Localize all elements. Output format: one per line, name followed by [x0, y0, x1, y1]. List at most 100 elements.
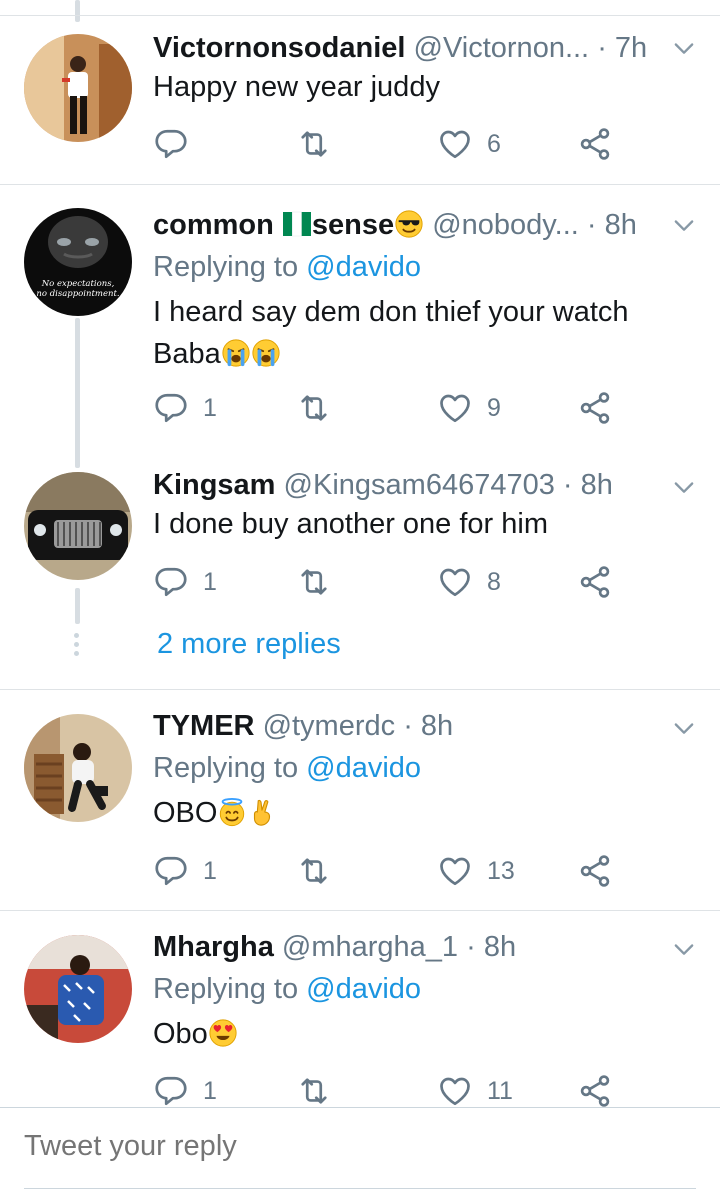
share-icon [577, 126, 613, 162]
retweet-button[interactable] [296, 388, 332, 428]
replying-to: Replying to @davido [153, 969, 421, 1009]
tweet-text: I done buy another one for him [153, 508, 548, 540]
tweet-text: Obo [153, 1013, 680, 1055]
share-icon [577, 853, 613, 889]
share-icon [577, 390, 613, 426]
reply-icon [153, 390, 189, 426]
display-name-part: common [153, 209, 274, 241]
display-name[interactable]: TYMER [153, 710, 255, 742]
more-replies-link[interactable]: 2 more replies [157, 624, 341, 664]
avatar[interactable] [24, 472, 132, 580]
reply-button[interactable]: 1 [153, 562, 217, 602]
share-icon [577, 564, 613, 600]
display-name[interactable]: common sense [153, 209, 424, 241]
user-handle[interactable]: @tymerdc [263, 710, 396, 742]
tweet-actions: 1 11 [153, 1071, 633, 1111]
user-handle[interactable]: @Victornon... [414, 32, 590, 64]
tweet-text-body: Obo [153, 1018, 208, 1050]
user-handle[interactable]: @nobody... [432, 209, 579, 241]
like-count: 11 [487, 1076, 513, 1105]
reply-count: 1 [203, 1076, 217, 1105]
reply-icon [153, 853, 189, 889]
tweet-actions: 1 9 [153, 388, 633, 428]
chevron-down-icon[interactable] [670, 935, 698, 963]
mention-link[interactable]: @davido [306, 251, 421, 283]
like-icon [437, 126, 473, 162]
reply-icon [153, 564, 189, 600]
reply-button[interactable]: 1 [153, 1071, 217, 1111]
mention-link[interactable]: @davido [306, 973, 421, 1005]
like-icon [437, 853, 473, 889]
tweet-victornonsodaniel[interactable]: Victornonsodaniel @Victornon... · 7h Hap… [0, 16, 720, 184]
avatar[interactable] [24, 34, 132, 142]
tweet-header: common sense @nobody... · 8h [153, 205, 660, 245]
user-handle[interactable]: @Kingsam64674703 [284, 469, 555, 501]
reply-icon [153, 1073, 189, 1109]
retweet-button[interactable] [296, 562, 332, 602]
chevron-down-icon[interactable] [670, 473, 698, 501]
tweet-text: OBO [153, 792, 680, 834]
chevron-down-icon[interactable] [670, 714, 698, 742]
share-button[interactable] [577, 124, 613, 164]
replying-to-label: Replying to [153, 251, 299, 283]
display-name[interactable]: Victornonsodaniel [153, 32, 405, 64]
like-button[interactable]: 8 [437, 562, 501, 602]
tweet-tymer[interactable]: TYMER @tymerdc · 8h Replying to @davido … [0, 690, 720, 910]
chevron-down-icon[interactable] [670, 34, 698, 62]
avatar-caption: No expectations, [41, 279, 115, 289]
nigeria-flag-icon [282, 209, 312, 239]
retweet-button[interactable] [296, 124, 332, 164]
tweet-text: Happy new year juddy [153, 71, 440, 103]
like-icon [437, 564, 473, 600]
reply-button[interactable] [153, 124, 189, 164]
reply-button[interactable]: 1 [153, 851, 217, 891]
share-button[interactable] [577, 1071, 613, 1111]
reply-icon [153, 126, 189, 162]
user-handle[interactable]: @mhargha_1 [282, 931, 458, 963]
like-count: 8 [487, 567, 501, 596]
crossed-fingers-emoji-icon [247, 797, 277, 827]
like-button[interactable]: 6 [437, 124, 501, 164]
retweet-icon [296, 126, 332, 162]
tweet-kingsam[interactable]: Kingsam @Kingsam64674703 · 8h I done buy… [0, 465, 720, 685]
like-button[interactable]: 11 [437, 1071, 513, 1111]
tweet-common-sense[interactable]: No expectations, no disappointment. comm… [0, 185, 720, 465]
share-button[interactable] [577, 562, 613, 602]
reply-button[interactable]: 1 [153, 388, 217, 428]
retweet-button[interactable] [296, 851, 332, 891]
like-count: 13 [487, 856, 515, 885]
avatar[interactable] [24, 714, 132, 822]
like-button[interactable]: 13 [437, 851, 515, 891]
like-icon [437, 390, 473, 426]
like-icon [437, 1073, 473, 1109]
avatar[interactable]: No expectations, no disappointment. [24, 208, 132, 316]
display-name-part: sense [311, 209, 395, 241]
reply-composer [0, 1108, 720, 1189]
avatar-image [24, 935, 132, 1043]
halo-emoji-icon [217, 797, 247, 827]
like-button[interactable]: 9 [437, 388, 501, 428]
display-name[interactable]: Mhargha [153, 931, 274, 963]
crying-emoji-icon [251, 338, 281, 368]
tweet-mhargha[interactable]: Mhargha @mhargha_1 · 8h Replying to @dav… [0, 911, 720, 1107]
avatar-image: No expectations, no disappointment. [24, 208, 132, 316]
timestamp: · 8h [586, 209, 637, 241]
heart-eyes-emoji-icon [208, 1018, 238, 1048]
retweet-icon [296, 564, 332, 600]
reply-count: 1 [203, 393, 217, 422]
share-button[interactable] [577, 388, 613, 428]
retweet-icon [296, 390, 332, 426]
chevron-down-icon[interactable] [670, 211, 698, 239]
avatar[interactable] [24, 935, 132, 1043]
avatar-image [24, 472, 132, 580]
share-button[interactable] [577, 851, 613, 891]
tweet-actions: 1 8 [153, 562, 633, 602]
reply-count: 1 [203, 567, 217, 596]
mention-link[interactable]: @davido [306, 752, 421, 784]
reply-count: 1 [203, 856, 217, 885]
reply-input[interactable] [24, 1130, 684, 1163]
retweet-button[interactable] [296, 1071, 332, 1111]
tweet-header: Victornonsodaniel @Victornon... · 7h [153, 28, 660, 68]
display-name[interactable]: Kingsam [153, 469, 275, 501]
retweet-icon [296, 1073, 332, 1109]
